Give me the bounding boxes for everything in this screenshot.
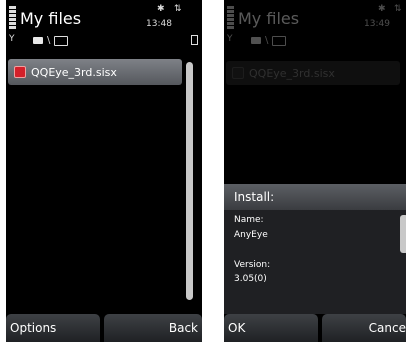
dialog-scrollbar[interactable] (400, 215, 406, 253)
dialog-heading: Install: (224, 184, 406, 210)
version-value: 3.05(0) (234, 274, 267, 284)
install-dialog: Name: AnyEye Version: 3.05(0) (224, 210, 406, 314)
battery-icon (191, 35, 198, 45)
folder-icon (54, 35, 69, 46)
breadcrumb[interactable]: \ (33, 35, 69, 46)
drive-icon (33, 37, 43, 44)
antenna-icon: Y (227, 34, 233, 44)
list-item[interactable]: QQEye_3rd.sisx (8, 59, 182, 85)
cancel-button[interactable]: Cance (322, 314, 406, 342)
phone-screen-install-dialog: My files ✱ ⇅ 13:49 Y \ QQEye_3rd.sisx In… (224, 0, 406, 342)
options-button[interactable]: Options (6, 314, 100, 342)
phone-screen-my-files: My files ✱ ⇅ 13:48 Y \ QQEye_3rd.sisx Op… (6, 0, 202, 342)
signal-icon (227, 6, 234, 32)
name-value: AnyEye (234, 230, 268, 240)
file-name: QQEye_3rd.sisx (249, 66, 335, 80)
path-separator: \ (265, 35, 269, 46)
clock: 13:49 (364, 19, 390, 29)
path-separator: \ (47, 35, 51, 46)
sisx-file-icon (232, 67, 244, 79)
drive-icon (251, 37, 261, 44)
sisx-file-icon (14, 66, 26, 78)
antenna-icon: Y (9, 34, 15, 44)
signal-icon (9, 6, 16, 32)
page-title: My files (238, 9, 300, 28)
name-label: Name: (234, 215, 264, 225)
connectivity-icon: ⇅ (174, 4, 182, 14)
list-item: QQEye_3rd.sisx (226, 61, 400, 85)
bluetooth-icon: ✱ (378, 4, 386, 14)
breadcrumb: \ (251, 35, 287, 46)
bluetooth-icon: ✱ (157, 4, 165, 14)
version-label: Version: (234, 260, 271, 270)
file-name: QQEye_3rd.sisx (31, 65, 117, 79)
ok-button[interactable]: OK (224, 314, 318, 342)
scrollbar[interactable] (186, 62, 193, 302)
page-title: My files (20, 9, 82, 28)
clock: 13:48 (146, 19, 172, 29)
connectivity-icon: ⇅ (394, 4, 402, 14)
scrollbar-thumb[interactable] (186, 62, 193, 300)
folder-icon (272, 35, 287, 46)
back-button[interactable]: Back (104, 314, 202, 342)
